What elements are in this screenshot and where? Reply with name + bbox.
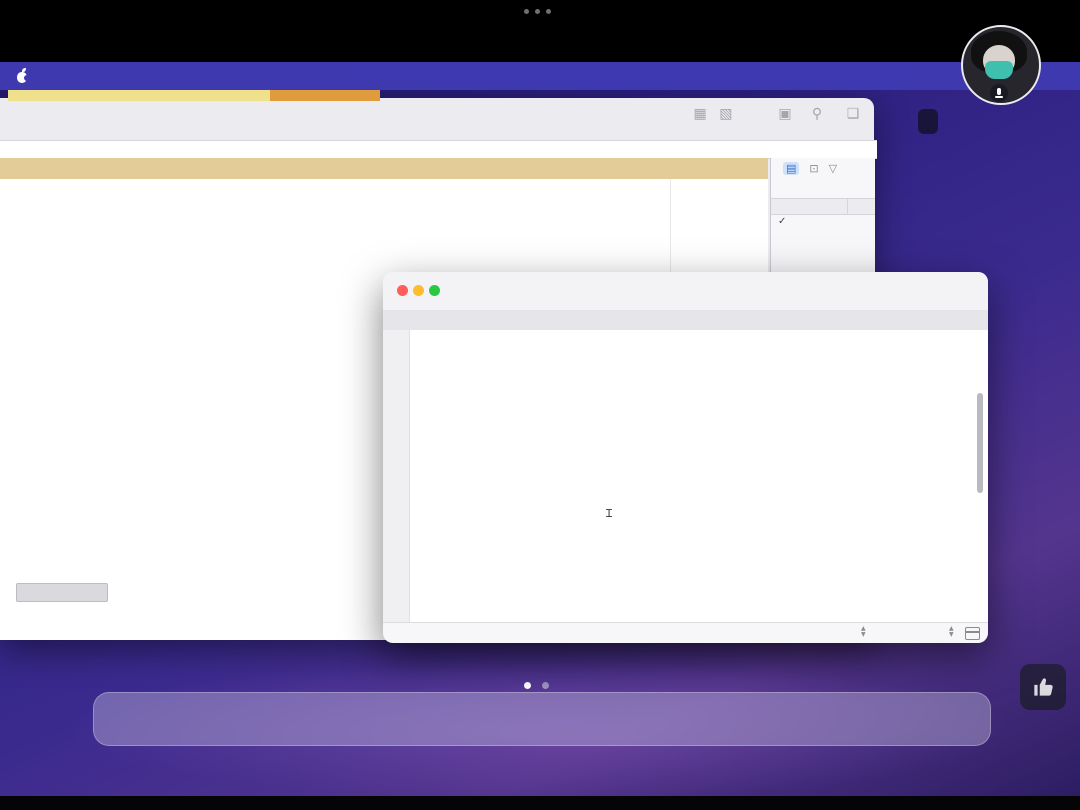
apple-menu-icon[interactable]	[16, 68, 30, 83]
do-editor-titlebar[interactable]	[383, 272, 988, 311]
thumbs-up-icon	[1034, 678, 1053, 696]
variable-row[interactable]: ✓	[771, 216, 875, 232]
variables-columns-header	[771, 198, 875, 215]
snapshot-icon[interactable]: ⊡	[809, 162, 818, 175]
observations-count	[16, 583, 108, 602]
do-file-editor-window[interactable]: Ɪ ▲ ▼ ▲ ▼	[383, 272, 988, 643]
window-menu-dots[interactable]	[524, 9, 551, 14]
search-icon: ⚲	[811, 106, 827, 122]
save-button[interactable]: ▣	[772, 106, 802, 124]
checkbox-checked-icon[interactable]: ✓	[778, 216, 786, 227]
maximize-button[interactable]	[429, 285, 440, 296]
stepper-icon[interactable]: ▲ ▼	[949, 626, 954, 638]
formula-bar[interactable]	[0, 140, 877, 159]
split-panel-icon[interactable]	[965, 627, 980, 640]
sticky-note[interactable]	[8, 90, 270, 101]
stepper-icon[interactable]: ▲ ▼	[861, 626, 866, 638]
stream-window-bottom	[0, 796, 1080, 810]
screen-share-tooltip	[918, 109, 938, 134]
save-icon: ▣	[778, 106, 796, 122]
filter-icon[interactable]: ▽	[829, 162, 837, 175]
edit-mode-button[interactable]: ▦ ▧	[686, 106, 744, 124]
text-cursor: Ɪ	[606, 507, 613, 520]
sidebar-button[interactable]: ❏	[836, 106, 874, 124]
edit-mode-icons: ▦ ▧	[693, 106, 737, 122]
column-header-row[interactable]	[0, 158, 768, 180]
variables-panel-toolbar: ▤ ⊡ ▽	[783, 162, 837, 175]
list-view-icon[interactable]: ▤	[783, 162, 800, 175]
minimize-button[interactable]	[413, 285, 424, 296]
code-editor[interactable]: Ɪ	[383, 330, 988, 622]
sticky-note-accent	[270, 90, 380, 101]
scrollbar-thumb[interactable]	[977, 393, 983, 493]
sidebar-icon: ❏	[846, 106, 864, 122]
dock	[93, 692, 991, 746]
find-button[interactable]: ⚲	[804, 106, 834, 124]
do-editor-statusbar: ▲ ▼ ▲ ▼	[383, 622, 988, 643]
spaces-indicator[interactable]	[524, 682, 549, 689]
macos-menu-bar	[0, 62, 1080, 90]
close-button[interactable]	[397, 285, 408, 296]
like-button[interactable]	[1020, 664, 1066, 710]
do-editor-tabbar	[383, 310, 988, 331]
microphone-icon	[990, 84, 1008, 102]
